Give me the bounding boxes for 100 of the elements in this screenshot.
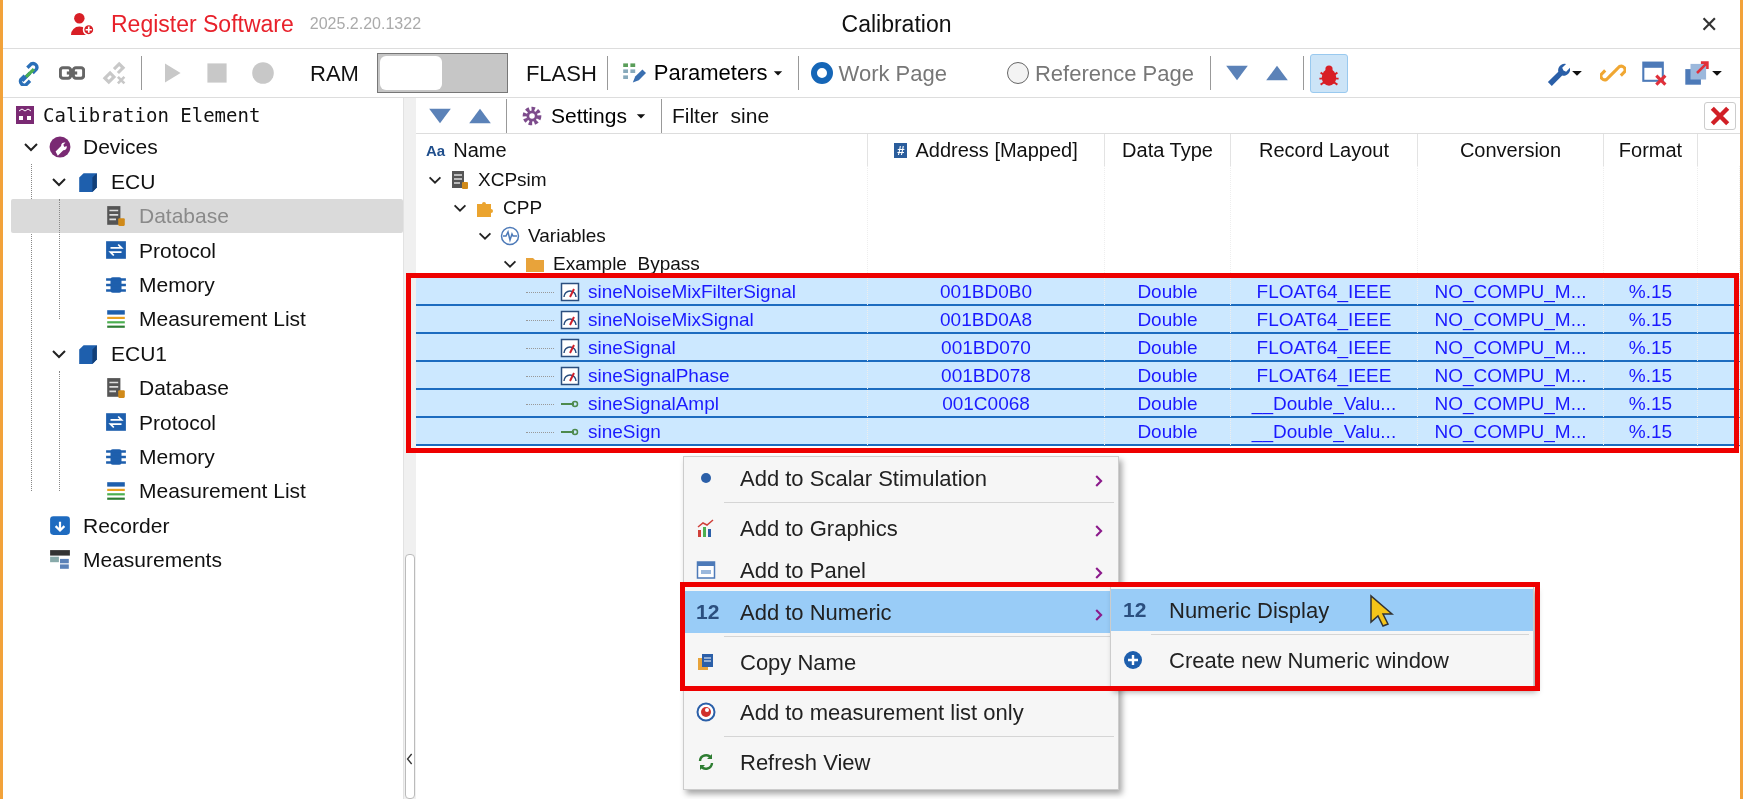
download-box-icon xyxy=(49,514,71,537)
table-cell-text: NO_COMPU_M... xyxy=(1434,364,1587,389)
plus-circle-icon xyxy=(1123,650,1143,670)
menu-item[interactable]: Create new Numeric window xyxy=(1111,639,1533,681)
page-option-label: Work Page xyxy=(838,59,947,88)
close-button[interactable]: ✕ xyxy=(1696,7,1722,41)
table-cell-text: Double xyxy=(1137,392,1198,416)
scrollbar[interactable] xyxy=(403,98,416,799)
table-cell-text: NO_COMPU_M... xyxy=(1434,280,1587,305)
transfer-icon xyxy=(105,411,127,434)
document-icon xyxy=(105,376,127,399)
table-cell-text: CPP xyxy=(503,196,543,220)
table-row[interactable]: sineSign Double __Double_Valu... NO_COMPU_M... %.15 xyxy=(416,418,1740,446)
copy-icon xyxy=(696,652,716,672)
user-add-icon xyxy=(71,12,95,36)
table-cell-text: XCPsim xyxy=(478,168,547,192)
menu-item[interactable]: Add to measurement list only xyxy=(684,691,1118,733)
window-title: Calibration xyxy=(841,9,952,39)
table-row[interactable]: sineSignal 001BD070 Double FLOAT64_IEEE NO_COMPU_M... %.15 xyxy=(416,334,1740,362)
table-cell-text: sineNoiseMixSignal xyxy=(588,308,754,332)
column-header[interactable]: Aa Name xyxy=(416,134,868,166)
table-cell-text: %.15 xyxy=(1628,392,1673,416)
table-cell-text: Double xyxy=(1137,308,1198,332)
tree-item[interactable]: Memory xyxy=(11,439,403,474)
table-cell-text: sineSignalAmpl xyxy=(588,392,719,416)
tree-item[interactable]: Measurement List xyxy=(11,301,403,337)
table-cell-text: sineSignal xyxy=(588,336,676,360)
tree-item[interactable]: Database xyxy=(11,370,403,406)
gauge-icon xyxy=(560,282,580,303)
filter-field[interactable]: sine xyxy=(730,99,770,132)
table-cell-text: %.15 xyxy=(1628,420,1673,444)
tree-item[interactable]: Devices xyxy=(11,130,403,165)
table-cell-text: 001C0068 xyxy=(942,392,1030,416)
target-icon xyxy=(696,702,716,722)
table-cell-text: %.15 xyxy=(1628,280,1673,304)
bar-chart-icon xyxy=(696,518,716,538)
table-cell-text: 001BD0B0 xyxy=(940,280,1032,304)
page-option-label: Reference Page xyxy=(1034,59,1194,88)
menu-item[interactable]: Add to Panel xyxy=(684,549,1118,591)
column-header[interactable]: Record Layout xyxy=(1231,134,1418,166)
gear-icon xyxy=(521,104,543,127)
debug-toggle-button[interactable] xyxy=(1309,53,1348,93)
tree-item[interactable]: Recorder xyxy=(11,508,403,543)
table-cell-text: NO_COMPU_M... xyxy=(1434,420,1587,445)
document-icon xyxy=(105,204,127,227)
menu-item[interactable]: 12 Numeric Display xyxy=(1111,589,1533,631)
table-cell-text: sineSignalPhase xyxy=(588,364,730,388)
table-row[interactable]: sineSignalPhase 001BD078 Double FLOAT64_IEEE NO_COMPU_M... %.15 xyxy=(416,362,1740,390)
table-cell-text: %.15 xyxy=(1628,308,1673,332)
table-cell-text: FLOAT64_IEEE xyxy=(1256,280,1392,305)
menu-item[interactable]: Add to Scalar Stimulation xyxy=(684,457,1118,499)
table-row[interactable]: sineSignalAmpl 001C0068 Double __Double_Valu... NO_COMPU_M... %.15 xyxy=(416,390,1740,418)
grid-icon xyxy=(15,105,35,125)
menu-item[interactable]: Refresh View xyxy=(684,741,1118,783)
table-cell-text: Variables xyxy=(528,224,606,248)
menu-item[interactable]: Add to Graphics xyxy=(684,507,1118,549)
table-cell-text: NO_COMPU_M... xyxy=(1434,336,1587,361)
tree-item[interactable]: Protocol xyxy=(11,233,403,268)
tree-item[interactable]: ECU1 xyxy=(11,336,403,371)
table-row[interactable]: sineNoiseMixFilterSignal 001BD0B0 Double FLOAT64_IEEE NO_COMPU_M... %.15 xyxy=(416,278,1740,306)
radio-button[interactable] xyxy=(1006,62,1029,84)
radio-button[interactable] xyxy=(810,62,833,84)
column-header[interactable]: Conversion xyxy=(1418,134,1604,166)
tree-item[interactable]: Measurements xyxy=(11,542,403,578)
version-label: 2025.2.20.1322 xyxy=(309,14,422,34)
tree-item[interactable]: Measurement List xyxy=(11,473,403,509)
wrench-circle-icon xyxy=(49,136,71,159)
waveform-icon xyxy=(500,226,520,247)
table-tree-icon xyxy=(49,548,71,571)
cube-icon xyxy=(77,342,99,365)
table-row[interactable]: sineNoiseMixSignal 001BD0A8 Double FLOAT64_IEEE NO_COMPU_M... %.15 xyxy=(416,306,1740,334)
gauge-icon xyxy=(560,310,580,331)
export-icon[interactable] xyxy=(1684,60,1710,86)
mouse-pointer-icon xyxy=(1369,594,1395,628)
table-cell-text: Example_Bypass xyxy=(553,252,700,276)
table-cell-text: NO_COMPU_M... xyxy=(1434,308,1587,333)
column-header[interactable]: Data Type xyxy=(1105,134,1231,166)
bug-icon xyxy=(1316,62,1341,87)
table-cell-text: NO_COMPU_M... xyxy=(1434,392,1587,417)
tree-item[interactable]: Protocol xyxy=(11,405,403,440)
chevron-left-icon[interactable] xyxy=(405,751,415,766)
tree-item[interactable]: Memory xyxy=(11,267,403,302)
toggle-switch[interactable] xyxy=(376,53,508,93)
transfer-icon xyxy=(105,239,127,262)
column-header[interactable]: # Address [Mapped] xyxy=(868,134,1105,166)
clear-filter-button[interactable] xyxy=(1704,101,1736,130)
table-cell-text: %.15 xyxy=(1628,336,1673,360)
column-header[interactable]: Format xyxy=(1604,134,1698,166)
table-cell-text: Double xyxy=(1137,420,1198,444)
parameters-dropdown[interactable]: Parameters xyxy=(653,62,784,84)
gauge-icon xyxy=(560,338,580,359)
cube-icon xyxy=(77,170,99,193)
table-cell-text: Double xyxy=(1137,280,1198,304)
table-cell-text: 001BD0A8 xyxy=(940,308,1032,332)
table-cell-text: sineSign xyxy=(588,420,661,444)
close-icon xyxy=(1709,104,1731,127)
tree-item[interactable]: ECU xyxy=(11,164,403,199)
ram-label: RAM xyxy=(310,59,359,88)
settings-dropdown[interactable]: Settings xyxy=(521,104,647,127)
refresh-icon xyxy=(696,752,716,772)
